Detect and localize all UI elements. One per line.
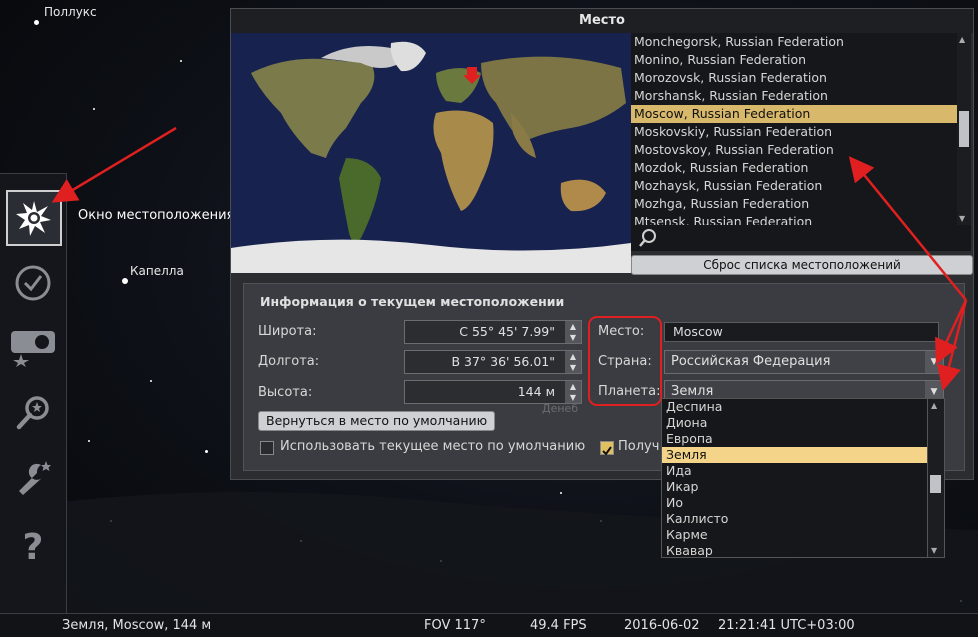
planet-list-item[interactable]: Квавар [662,543,928,557]
place-name-field[interactable]: Moscow [664,322,939,342]
country-value: Российская Федерация [671,354,831,369]
search-icon [16,396,49,430]
planet-list-item[interactable]: Деспина [662,399,928,415]
planet-list-item[interactable]: Ио [662,495,928,511]
checkmark-icon [602,446,612,456]
planet-value: Земля [671,384,714,399]
planet-list-item[interactable]: Каллисто [662,511,928,527]
longitude-value: В 37° 36' 56.01" [451,354,555,369]
country-combobox[interactable]: Российская Федерация ▼ [664,350,944,374]
longitude-label: Долгота: [258,354,320,369]
location-list-scrollbar[interactable]: ▲ ▼ [957,33,971,225]
status-date: 2016-06-02 [624,618,700,633]
star [122,278,128,284]
spin-arrows-icon[interactable]: ▲ ▼ [565,321,581,343]
location-search-field[interactable] [631,225,971,251]
location-list-item[interactable]: Moskovskiy, Russian Federation [631,123,957,141]
scrollbar-thumb[interactable] [930,475,941,493]
latitude-label: Широта: [258,324,317,339]
planet-list-item[interactable]: Европа [662,431,928,447]
star [93,108,95,110]
location-list-item[interactable]: Mtsensk, Russian Federation [631,213,957,225]
planet-list-scrollbar[interactable]: ▲ ▼ [927,398,945,558]
planet-dropdown-list[interactable]: Деспина Диона Европа Земля Ида Икар Ио Каллисто… [661,398,929,558]
location-window-icon [16,201,51,236]
spin-arrows-icon[interactable]: ▲ ▼ [565,381,581,403]
latitude-spinbox[interactable]: С 55° 45' 7.99" ▲ ▼ [404,320,582,344]
use-default-label: Использовать текущее место по умолчанию [280,439,586,454]
annotation-highlight [588,316,662,406]
status-location: Земля, Moscow, 144 м [62,618,212,633]
ghost-star-label: Денеб [542,402,579,415]
star-label-capella: Капелла [130,264,184,278]
altitude-value: 144 м [517,384,555,399]
status-time: 21:21:41 UTC+03:00 [718,618,855,633]
location-window-button[interactable] [6,190,62,246]
status-fov: FOV 117° [424,618,486,633]
longitude-spinbox[interactable]: В 37° 36' 56.01" ▲ ▼ [404,350,582,374]
planet-list-item[interactable]: Икар [662,479,928,495]
scroll-up-arrow-icon[interactable]: ▲ [959,35,965,44]
planet-list-item[interactable]: Земля [662,447,928,463]
chevron-down-icon[interactable]: ▼ [925,351,943,373]
auto-location-label: Получ [618,439,660,454]
auto-location-checkbox[interactable] [600,441,614,456]
star-label-pollux: Поллукс [44,5,97,19]
planet-list-item[interactable]: Ида [662,463,928,479]
spin-arrows-icon[interactable]: ▲ ▼ [565,351,581,373]
settings-button[interactable] [8,454,58,504]
planet-list-item[interactable]: Карме [662,527,928,543]
use-default-checkbox[interactable] [260,441,274,455]
latitude-value: С 55° 45' 7.99" [459,324,555,339]
location-list-item[interactable]: Morozovsk, Russian Federation [631,69,957,87]
status-bar: Земля, Moscow, 144 м FOV 117° 49.4 FPS 2… [0,613,978,637]
altitude-label: Высота: [258,385,313,400]
return-to-default-button[interactable]: Вернуться в место по умолчанию [258,411,496,431]
toolbar-tooltip: Окно местоположения [78,208,235,223]
help-button[interactable]: ? [8,520,58,570]
scroll-up-arrow-icon[interactable]: ▲ [931,401,937,410]
planet-list-item[interactable]: Диона [662,415,928,431]
location-list-item[interactable]: Morshansk, Russian Federation [631,87,957,105]
scrollbar-thumb[interactable] [959,111,969,147]
star [205,450,208,453]
reset-location-list-button[interactable]: Сброс списка местоположений [631,255,973,275]
sky-viewing-button[interactable] [8,322,58,372]
star [150,380,152,382]
location-list-item[interactable]: Mozdok, Russian Federation [631,159,957,177]
star [180,60,182,62]
settings-icon [19,461,51,495]
svg-text:?: ? [23,527,44,565]
star [88,440,90,442]
location-list-item[interactable]: Mozhaysk, Russian Federation [631,177,957,195]
status-fps: 49.4 FPS [530,618,587,633]
location-list-item[interactable]: Moscow, Russian Federation [631,105,957,123]
location-list-item[interactable]: Mozhga, Russian Federation [631,195,957,213]
date-time-button[interactable] [8,258,58,308]
location-list-item[interactable]: Monino, Russian Federation [631,51,957,69]
location-list-item[interactable]: Mostovskoy, Russian Federation [631,141,957,159]
search-button[interactable] [8,388,58,438]
location-list-item[interactable]: Monchegorsk, Russian Federation [631,33,957,51]
clock-icon [15,265,51,301]
star [34,20,39,25]
scroll-down-arrow-icon[interactable]: ▼ [959,214,965,223]
panel-title: Информация о текущем местоположении [260,294,565,309]
scroll-down-arrow-icon[interactable]: ▼ [931,546,937,555]
search-icon [639,229,656,247]
window-title[interactable]: Место [231,9,973,33]
world-map[interactable] [231,33,631,273]
left-toolbar: ? [0,173,67,614]
help-icon: ? [23,527,44,565]
altitude-spinbox[interactable]: 144 м ▲ ▼ [404,380,582,404]
world-map-image [231,33,631,273]
sky-objects-icon [11,331,55,367]
location-list[interactable]: Monchegorsk, Russian Federation Monino, R… [631,33,957,225]
